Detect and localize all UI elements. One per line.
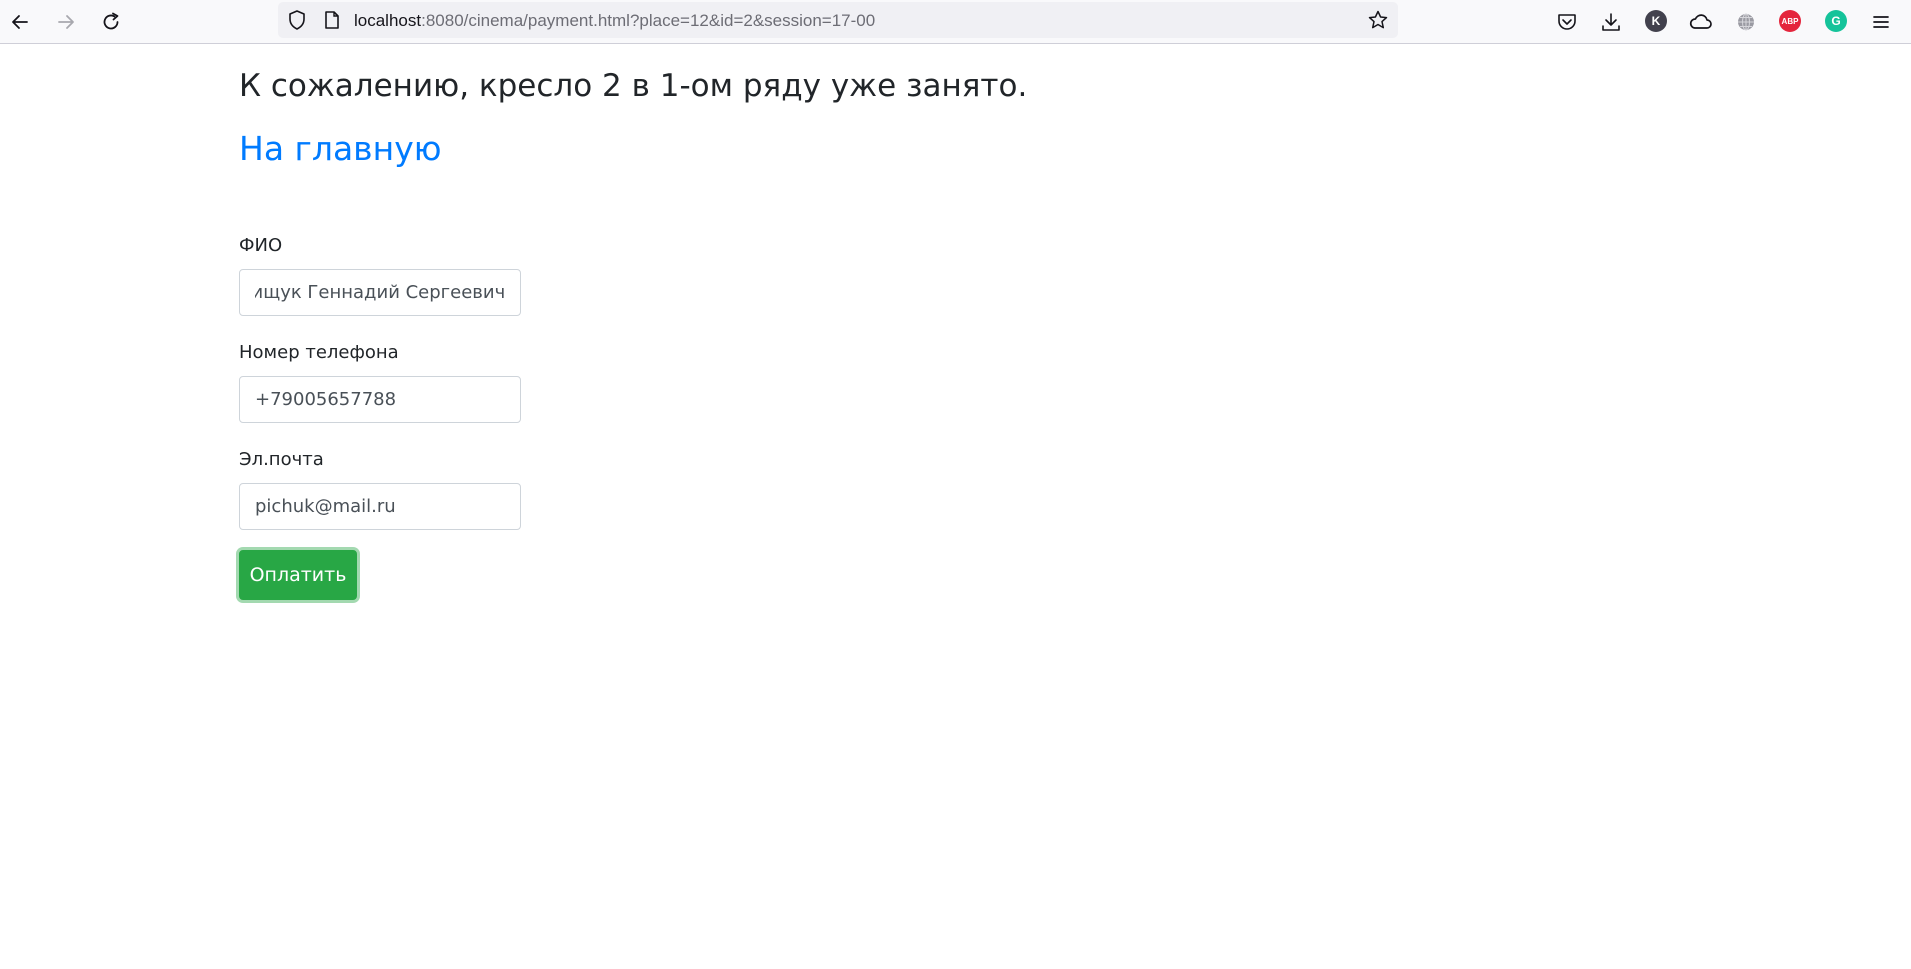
grammarly-label: G	[1831, 14, 1841, 28]
seat-taken-notice: К сожалению, кресло 2 в 1-ом ряду уже за…	[239, 68, 1028, 104]
email-input[interactable]	[239, 483, 521, 530]
pocket-icon	[1558, 14, 1576, 30]
pocket-button[interactable]	[1551, 6, 1583, 38]
browser-toolbar: localhost:8080/cinema/payment.html?place…	[0, 0, 1911, 44]
globe-icon	[1738, 13, 1754, 31]
phone-label: Номер телефона	[239, 342, 399, 363]
forward-arrow-icon	[58, 15, 74, 29]
fio-label: ФИО	[239, 235, 283, 256]
cloud-button[interactable]	[1685, 6, 1717, 38]
back-arrow-icon	[12, 15, 28, 29]
downloads-button[interactable]	[1595, 6, 1627, 38]
k-extension-label: K	[1651, 14, 1661, 28]
bookmark-star-icon[interactable]	[1367, 9, 1389, 35]
email-label: Эл.почта	[239, 449, 324, 470]
hamburger-menu-icon	[1873, 16, 1889, 28]
cloud-icon	[1689, 14, 1712, 29]
forward-button[interactable]	[50, 6, 82, 38]
reload-icon	[103, 12, 119, 30]
fio-input[interactable]	[239, 269, 521, 316]
grammarly-icon[interactable]: G	[1825, 10, 1847, 32]
phone-input[interactable]	[239, 376, 521, 423]
home-link[interactable]: На главную	[239, 128, 442, 170]
back-button[interactable]	[4, 6, 36, 38]
globe-button[interactable]	[1730, 6, 1762, 38]
downloads-icon	[1602, 13, 1620, 31]
address-bar[interactable]: localhost:8080/cinema/payment.html?place…	[278, 2, 1398, 38]
adblock-plus-icon[interactable]: ABP	[1779, 10, 1801, 32]
reload-button[interactable]	[95, 6, 127, 38]
menu-button[interactable]	[1865, 6, 1897, 38]
url-text[interactable]: localhost:8080/cinema/payment.html?place…	[354, 11, 875, 31]
k-extension-icon[interactable]: K	[1645, 10, 1667, 32]
url-host: localhost	[354, 11, 422, 30]
page-info-icon[interactable]	[323, 10, 341, 34]
tracking-protection-shield-icon[interactable]	[287, 9, 307, 35]
adblock-label: ABP	[1781, 16, 1799, 26]
pay-button[interactable]: Оплатить	[239, 550, 357, 600]
url-path: :8080/cinema/payment.html?place=12&id=2&…	[421, 11, 876, 30]
